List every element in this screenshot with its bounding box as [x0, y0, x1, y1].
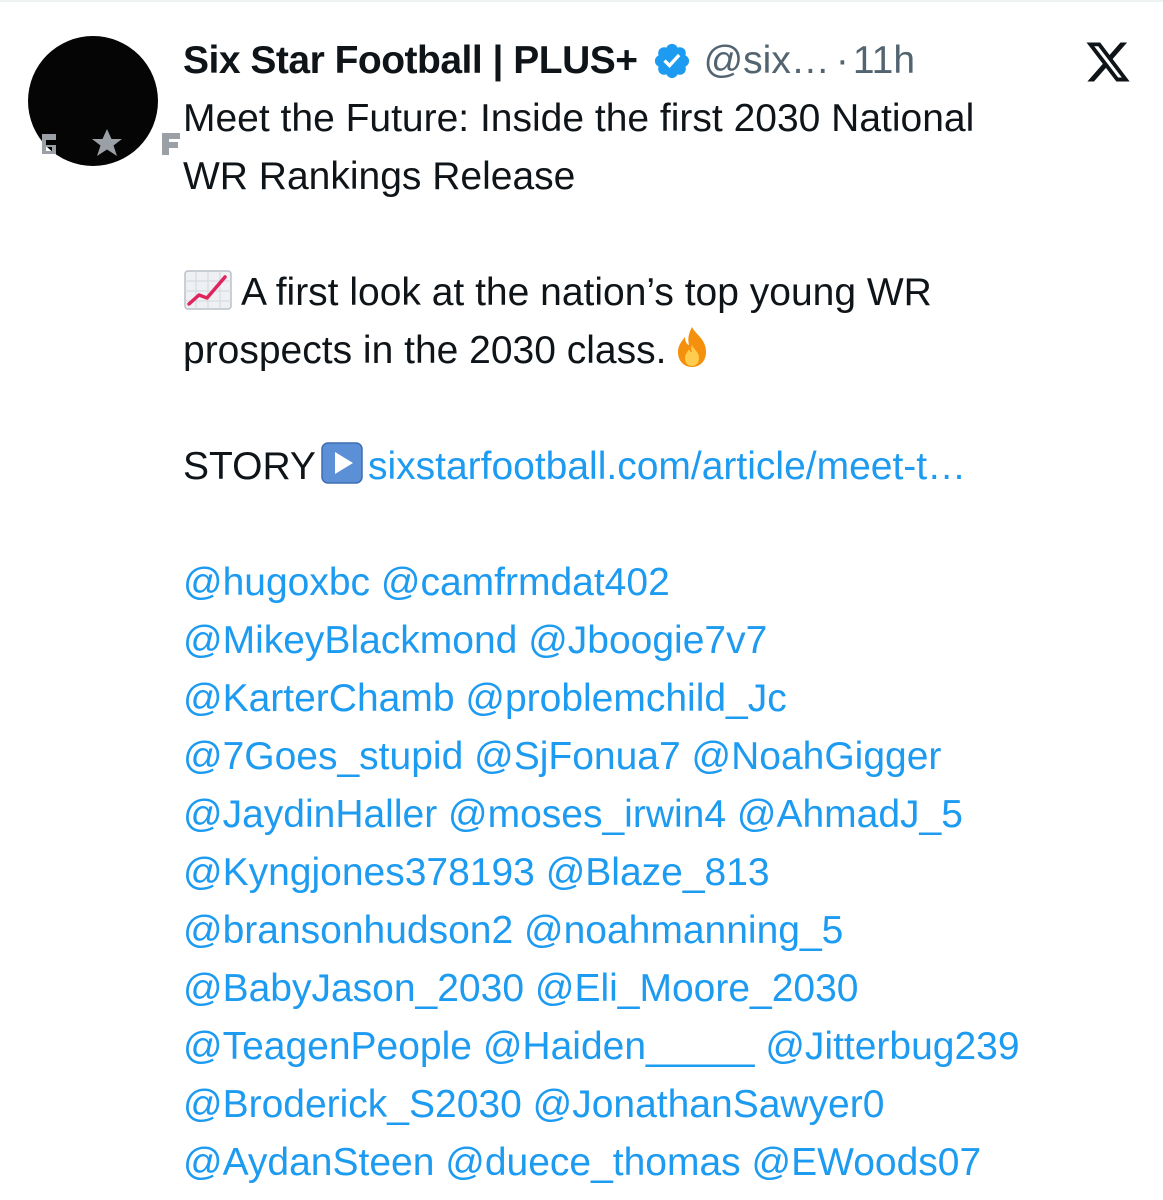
mention-link[interactable]: @camfrmdat402 — [381, 561, 670, 604]
play-button-emoji — [321, 442, 363, 484]
mention-link[interactable]: @BabyJason_2030 — [183, 967, 524, 1010]
post-header: Six Star Football | PLUS+ @six… · 11h — [183, 36, 915, 86]
mention-link[interactable]: @MikeyBlackmond — [183, 619, 517, 662]
mention-link[interactable]: @Eli_Moore_2030 — [535, 967, 859, 1010]
description-text: prospects in the 2030 class. — [183, 329, 667, 372]
mention-line: @TeagenPeople @Haiden_____ @Jitterbug239 — [183, 1018, 1143, 1076]
mention-link[interactable]: @TeagenPeople — [183, 1025, 472, 1068]
story-link[interactable]: sixstarfootball.com/article/meet-t… — [368, 445, 966, 488]
post-description-line: prospects in the 2030 class. — [183, 322, 1143, 380]
mention-link[interactable]: @Jitterbug239 — [765, 1025, 1019, 1068]
mention-link[interactable]: @Kyngjones378193 — [183, 851, 535, 894]
mention-link[interactable]: @EWoods07 — [752, 1141, 982, 1184]
mention-link[interactable]: @AhmadJ_5 — [737, 793, 963, 836]
mention-link[interactable]: @SjFonua7 — [474, 735, 681, 778]
mentions-list: @hugoxbc @camfrmdat402 @MikeyBlackmond @J… — [183, 554, 1143, 1192]
mention-link[interactable]: @bransonhudson2 — [183, 909, 513, 952]
mention-link[interactable]: @duece_thomas — [445, 1141, 740, 1184]
mention-link[interactable]: @Broderick_S2030 — [183, 1083, 522, 1126]
mention-line: @7Goes_stupid @SjFonua7 @NoahGigger — [183, 728, 1143, 786]
mention-link[interactable]: @problemchild_Jc — [465, 677, 786, 720]
fire-emoji — [678, 327, 707, 367]
mention-link[interactable]: @hugoxbc — [183, 561, 370, 604]
mention-line: @Kyngjones378193 @Blaze_813 — [183, 844, 1143, 902]
mention-link[interactable]: @moses_irwin4 — [448, 793, 726, 836]
mention-link[interactable]: @NoahGigger — [692, 735, 942, 778]
mention-link[interactable]: @Haiden_____ — [483, 1025, 755, 1068]
top-divider — [0, 0, 1163, 2]
mention-link[interactable]: @Blaze_813 — [546, 851, 770, 894]
mention-line: @hugoxbc @camfrmdat402 — [183, 554, 1143, 612]
mention-link[interactable]: @JonathanSawyer0 — [533, 1083, 885, 1126]
avatar-logo-icon — [42, 129, 180, 156]
mention-line: @KarterChamb @problemchild_Jc — [183, 670, 1143, 728]
description-text: A first look at the nation’s top young W… — [241, 271, 932, 314]
mention-line: @BabyJason_2030 @Eli_Moore_2030 — [183, 960, 1143, 1018]
avatar[interactable] — [28, 36, 180, 166]
post-body: Meet the Future: Inside the first 2030 N… — [183, 90, 1143, 1192]
story-line: STORY sixstarfootball.com/article/meet-t… — [183, 438, 1143, 496]
post-title-line: WR Rankings Release — [183, 155, 576, 198]
story-label: STORY — [183, 445, 316, 488]
verified-badge-icon — [654, 43, 689, 79]
mention-line: @MikeyBlackmond @Jboogie7v7 — [183, 612, 1143, 670]
post-timestamp[interactable]: 11h — [853, 36, 915, 86]
mention-line: @Broderick_S2030 @JonathanSawyer0 — [183, 1076, 1143, 1134]
mention-link[interactable]: @Jboogie7v7 — [528, 619, 767, 662]
author-display-name[interactable]: Six Star Football | PLUS+ — [183, 36, 638, 86]
mention-link[interactable]: @noahmanning_5 — [524, 909, 843, 952]
author-handle[interactable]: @six… — [704, 36, 830, 86]
mention-link[interactable]: @JaydinHaller — [183, 793, 437, 836]
mention-link[interactable]: @AydanSteen — [183, 1141, 434, 1184]
x-logo-icon[interactable] — [1083, 38, 1133, 86]
header-separator: · — [835, 39, 849, 82]
chart-increasing-emoji — [184, 270, 232, 310]
post-title-line: Meet the Future: Inside the first 2030 N… — [183, 97, 975, 140]
post-description-line: A first look at the nation’s top young W… — [183, 264, 1143, 322]
mention-line: @AydanSteen @duece_thomas @EWoods07 — [183, 1134, 1143, 1192]
mention-link[interactable]: @KarterChamb — [183, 677, 455, 720]
mention-link[interactable]: @7Goes_stupid — [183, 735, 463, 778]
mention-line: @bransonhudson2 @noahmanning_5 — [183, 902, 1143, 960]
mention-line: @JaydinHaller @moses_irwin4 @AhmadJ_5 — [183, 786, 1143, 844]
